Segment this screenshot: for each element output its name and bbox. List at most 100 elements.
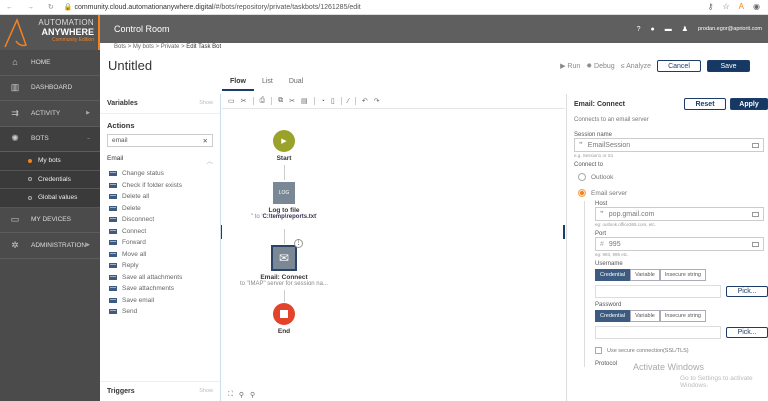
email-connect-node[interactable]: ✉ Email: Connect to "IMAP" server for se… [224,245,344,287]
tab-flow[interactable]: Flow [222,78,254,91]
action-item[interactable]: Save email [100,295,220,307]
seg-variable[interactable]: Variable [630,310,660,322]
host-value: pop.gmail.com [609,211,655,218]
breadcrumb-link[interactable]: Private [161,44,180,50]
action-item[interactable]: Disconnect [100,214,220,226]
zoom-in-icon[interactable]: ⚲ [250,391,255,399]
actions-search-input[interactable]: email✕ [107,134,213,147]
action-item[interactable]: Save attachments [100,283,220,295]
breakpoint-icon[interactable]: ◔ [321,98,325,105]
disable-icon[interactable]: ✂ [241,97,247,105]
variables-show[interactable]: Show [199,100,213,107]
triggers-show[interactable]: Show [199,388,213,395]
copy-icon[interactable]: ⧉ [278,97,283,105]
dot-icon [28,177,32,181]
sidebar-sub-my-bots[interactable]: My bots [0,152,100,171]
sub-label: My bots [38,157,61,164]
envelope-icon [109,263,117,268]
seg-credential[interactable]: Credential [595,269,630,281]
username-input[interactable] [595,285,721,298]
tab-dual[interactable]: Dual [281,78,311,91]
sidebar-item-my-devices[interactable]: ▭MY DEVICES [0,208,100,234]
logo[interactable]: AUTOMATION ANYWHERE Community Edition [0,15,100,50]
sidebar-item-activity[interactable]: ⇉ACTIVITY▶ [0,101,100,127]
seg-credential[interactable]: Credential [595,310,630,322]
log-label: Log to file [224,207,344,214]
wand-icon[interactable]: ⁄ [348,98,349,105]
help-icon[interactable]: ? [637,26,641,33]
sidebar-item-bots[interactable]: ✺BOTS– [0,127,100,153]
username-pick-button[interactable]: Pick... [726,286,768,297]
debug-button[interactable]: ✹ Debug [586,62,614,70]
activation-watermark: Activate Windows [633,362,704,372]
tab-list[interactable]: List [254,78,281,91]
port-input[interactable]: #995 [595,237,764,251]
end-node[interactable]: End [224,303,344,335]
extension-icon[interactable]: A [739,2,744,11]
start-node[interactable]: ▶ Start [224,130,344,162]
sidebar-item-administration[interactable]: ✲ADMINISTRATION▶ [0,233,100,259]
resize-handle[interactable] [563,225,565,239]
analyze-button[interactable]: ≤ Analyze [621,63,651,70]
password-pick-button[interactable]: Pick... [726,327,768,338]
log-to-file-node[interactable]: LOG Log to file '' to 'C:\temp\reports.t… [224,182,344,220]
variable-picker-icon[interactable] [752,242,759,247]
zoom-out-icon[interactable]: ⚲ [239,391,244,399]
save-button[interactable]: Save [707,60,750,72]
redo-icon[interactable]: ↷ [374,97,380,105]
password-input[interactable] [595,326,721,339]
action-item[interactable]: Connect [100,226,220,238]
triggers-header[interactable]: TriggersShow [100,382,220,401]
browser-nav-icons[interactable]: ← → ↻ [6,3,60,11]
globe-icon[interactable]: ● [651,26,655,33]
seg-variable[interactable]: Variable [630,269,660,281]
sidebar-sub-credentials[interactable]: Credentials [0,171,100,190]
radio-outlook[interactable]: Outlook [578,173,768,181]
key-icon[interactable]: ⚷ [708,2,714,11]
breadcrumb-link[interactable]: Bots [114,44,126,50]
action-item[interactable]: Forward [100,237,220,249]
user-icon[interactable]: ♟ [682,25,688,33]
breadcrumb-link[interactable]: My bots [133,44,154,50]
action-item[interactable]: Reply [100,260,220,272]
paste-icon[interactable]: ▤ [301,97,308,105]
run-button[interactable]: ▶ Run [560,62,580,70]
email-group-header[interactable]: Email︿ [100,147,220,168]
action-item[interactable]: Save all attachments [100,272,220,284]
export-icon[interactable]: ⎙ [260,97,266,105]
cancel-button[interactable]: Cancel [657,60,701,72]
action-item[interactable]: Change status [100,168,220,180]
secure-connection-checkbox[interactable]: Use secure connection(SSL/TLS) [595,347,768,354]
profile-icon[interactable]: ◉ [753,2,760,11]
host-input[interactable]: ❞pop.gmail.com [595,207,764,221]
cut-icon[interactable]: ✂ [289,97,295,105]
seg-insecure[interactable]: Insecure string [660,310,706,322]
delete-icon[interactable]: ▯ [331,97,335,105]
fit-icon[interactable]: ⛶ [228,391,233,399]
user-email[interactable]: prodan.egor@apriorit.com [698,26,762,32]
sidebar-sub-global-values[interactable]: Global values [0,189,100,208]
action-item[interactable]: Delete [100,203,220,215]
node-menu-icon[interactable]: ⋮ [294,239,303,248]
clear-icon[interactable]: ✕ [203,137,208,145]
page-title[interactable]: Untitled [108,58,152,73]
apply-button[interactable]: Apply [730,98,768,110]
variable-picker-icon[interactable] [752,143,759,148]
sidebar-item-dashboard[interactable]: ▥DASHBOARD [0,76,100,102]
reset-button[interactable]: Reset [684,98,726,110]
sidebar-item-home[interactable]: ⌂HOME [0,50,100,76]
variables-header[interactable]: VariablesShow [100,94,220,114]
record-icon[interactable]: ▭ [228,97,235,105]
variable-picker-icon[interactable] [752,212,759,217]
seg-insecure[interactable]: Insecure string [660,269,706,281]
action-item[interactable]: Move all [100,249,220,261]
action-item[interactable]: Delete all [100,191,220,203]
radio-email-server[interactable]: Email server [578,189,768,197]
address-bar[interactable]: 🔒 community.cloud.automationanywhere.dig… [64,3,361,11]
action-item[interactable]: Check if folder exists [100,180,220,192]
device-status-icon[interactable]: ▬ [665,26,672,33]
session-name-input[interactable]: ❞EmailSession [574,138,764,152]
action-item[interactable]: Send [100,306,220,318]
star-icon[interactable]: ☆ [723,2,730,11]
undo-icon[interactable]: ↶ [362,97,368,105]
